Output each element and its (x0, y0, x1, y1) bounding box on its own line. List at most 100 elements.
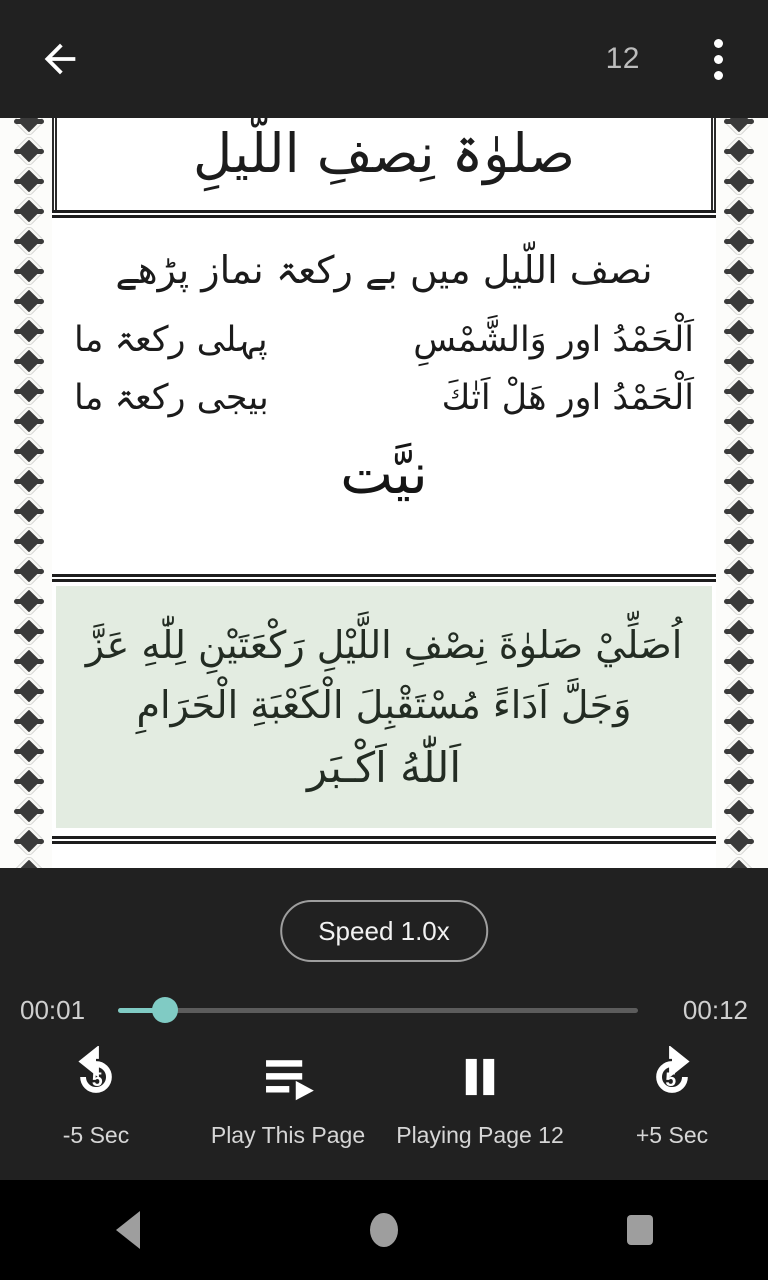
pause-button[interactable]: Playing Page 12 (384, 1046, 576, 1149)
forward-5-label: +5 Sec (635, 1122, 709, 1148)
ornament-motif-icon (722, 376, 756, 406)
ornament-motif-icon (722, 226, 756, 256)
ornament-motif-icon (12, 166, 46, 196)
book-page-viewer[interactable]: صلوٰۃ نِصفِ اللَّیلِ نصف اللّیل میں بے ر… (0, 118, 768, 868)
ornament-motif-icon (12, 856, 46, 868)
overflow-menu-icon (713, 54, 723, 64)
ornament-motif-icon (12, 586, 46, 616)
ornament-motif-icon (12, 406, 46, 436)
page-heading-box: صلوٰۃ نِصفِ اللَّیلِ (52, 118, 716, 210)
back-button[interactable] (12, 11, 108, 107)
ornament-motif-icon (722, 736, 756, 766)
ornament-motif-icon (12, 826, 46, 856)
ornament-motif-icon (722, 856, 756, 868)
ornament-motif-icon (722, 256, 756, 286)
highlight-line-1: اُصَلِّيْ صَلوٰةَ نِصْفِ اللَّيْلِ رَكْع… (85, 622, 683, 667)
ornament-motif-icon (722, 286, 756, 316)
ornament-motif-icon (722, 316, 756, 346)
seek-thumb[interactable] (151, 997, 178, 1023)
nav-back-button[interactable] (48, 1180, 208, 1280)
ornament-motif-icon (12, 676, 46, 706)
pause-icon (449, 1046, 511, 1108)
ornament-motif-icon (12, 286, 46, 316)
ornament-motif-icon (722, 826, 756, 856)
overflow-menu-icon (713, 38, 723, 48)
playlist-play-icon (257, 1046, 319, 1108)
ornament-motif-icon (722, 406, 756, 436)
body-line-3: اَلْحَمْدُ اور هَلْ اَتٰكَ بیجی رکعۃ ما (52, 378, 716, 418)
ornament-motif-icon (722, 466, 756, 496)
nav-recents-icon (627, 1215, 653, 1245)
ornament-motif-icon (12, 616, 46, 646)
top-app-bar: 12 (0, 0, 768, 118)
nav-home-icon (370, 1213, 398, 1247)
ornament-motif-icon (722, 676, 756, 706)
ornament-motif-icon (12, 118, 46, 136)
svg-text:5: 5 (92, 1069, 103, 1091)
ornament-motif-icon (12, 466, 46, 496)
ornament-motif-icon (12, 136, 46, 166)
ornamental-border-right (716, 118, 762, 868)
forward-5-button[interactable]: 5 +5 Sec (576, 1045, 768, 1149)
play-this-page-button[interactable]: Play This Page (192, 1046, 384, 1149)
svg-text:5: 5 (665, 1069, 676, 1091)
ornament-motif-icon (12, 226, 46, 256)
highlight-line-3: اَللّٰهُ اَكْـبَر (306, 742, 462, 792)
ornament-motif-icon (12, 496, 46, 526)
body-line-3-right: بیجی رکعۃ ما (74, 378, 269, 418)
nav-back-icon (116, 1211, 140, 1249)
forward-5-icon: 5 (641, 1045, 703, 1108)
ornament-motif-icon (722, 196, 756, 226)
page-heading-text: صلوٰۃ نِصفِ اللَّیلِ (193, 122, 575, 185)
ornament-motif-icon (722, 796, 756, 826)
ornament-motif-icon (12, 436, 46, 466)
section-title-niyyat: نیَّت (340, 442, 428, 507)
nav-home-button[interactable] (304, 1180, 464, 1280)
scanned-page-image: صلوٰۃ نِصفِ اللَّیلِ نصف اللّیل میں بے ر… (0, 118, 768, 868)
page-number-indicator: 12 (605, 42, 640, 75)
page-content-column: صلوٰۃ نِصفِ اللَّیلِ نصف اللّیل میں بے ر… (52, 118, 716, 868)
current-time-label: 00:01 (20, 994, 86, 1025)
body-line-2: اَلْحَمْدُ اور وَالشَّمْسِ پہلی رکعۃ ما (52, 320, 716, 360)
arrow-back-icon (44, 43, 76, 75)
ornament-motif-icon (722, 136, 756, 166)
audio-player-panel: Speed 1.0x 00:01 00:12 5 -5 Sec Play Thi… (0, 868, 768, 1180)
playback-controls: 5 -5 Sec Play This Page Playing Page 12 … (0, 1045, 768, 1174)
ornament-motif-icon (722, 496, 756, 526)
ornament-motif-icon (722, 526, 756, 556)
ornament-motif-icon (12, 556, 46, 586)
overflow-menu-button[interactable] (682, 11, 754, 107)
section-divider-rule (52, 574, 716, 582)
ornament-motif-icon (12, 646, 46, 676)
seek-row: 00:01 00:12 (0, 986, 768, 1034)
page-body-block: نصف اللّیل میں بے رکعۃ نماز پڑھے اَلْحَم… (52, 218, 716, 574)
ornament-motif-icon (722, 616, 756, 646)
speed-button[interactable]: Speed 1.0x (280, 900, 488, 962)
ornament-motif-icon (722, 706, 756, 736)
rewind-5-label: -5 Sec (62, 1122, 130, 1148)
nav-recents-button[interactable] (560, 1180, 720, 1280)
heading-divider-rule (52, 210, 716, 218)
highlighted-passage[interactable]: اُصَلِّيْ صَلوٰةَ نِصْفِ اللَّيْلِ رَكْع… (56, 586, 712, 828)
ornament-motif-icon (722, 586, 756, 616)
ornament-motif-icon (722, 436, 756, 466)
ornament-motif-icon (12, 526, 46, 556)
replay-5-icon: 5 (65, 1045, 127, 1108)
ornament-motif-icon (722, 346, 756, 376)
ornament-motif-icon (12, 196, 46, 226)
ornamental-border-left (6, 118, 52, 868)
body-line-3-left: اَلْحَمْدُ اور هَلْ اَتٰكَ (441, 378, 694, 418)
ornament-motif-icon (12, 346, 46, 376)
seek-slider[interactable] (118, 988, 638, 1032)
ornament-motif-icon (12, 376, 46, 406)
body-line-1: نصف اللّیل میں بے رکعۃ نماز پڑھے (115, 248, 653, 292)
rewind-5-button[interactable]: 5 -5 Sec (0, 1045, 192, 1149)
highlight-line-2: وَجَلَّ اَدَاءً مُسْتَقْبِلَ الْكَعْبَةِ… (136, 682, 632, 727)
ornament-motif-icon (12, 736, 46, 766)
play-this-page-label: Play This Page (210, 1122, 366, 1148)
ornament-motif-icon (12, 316, 46, 346)
ornament-motif-icon (12, 256, 46, 286)
seek-track[interactable] (118, 1007, 638, 1013)
total-time-label: 00:12 (682, 994, 748, 1025)
ornament-motif-icon (722, 166, 756, 196)
